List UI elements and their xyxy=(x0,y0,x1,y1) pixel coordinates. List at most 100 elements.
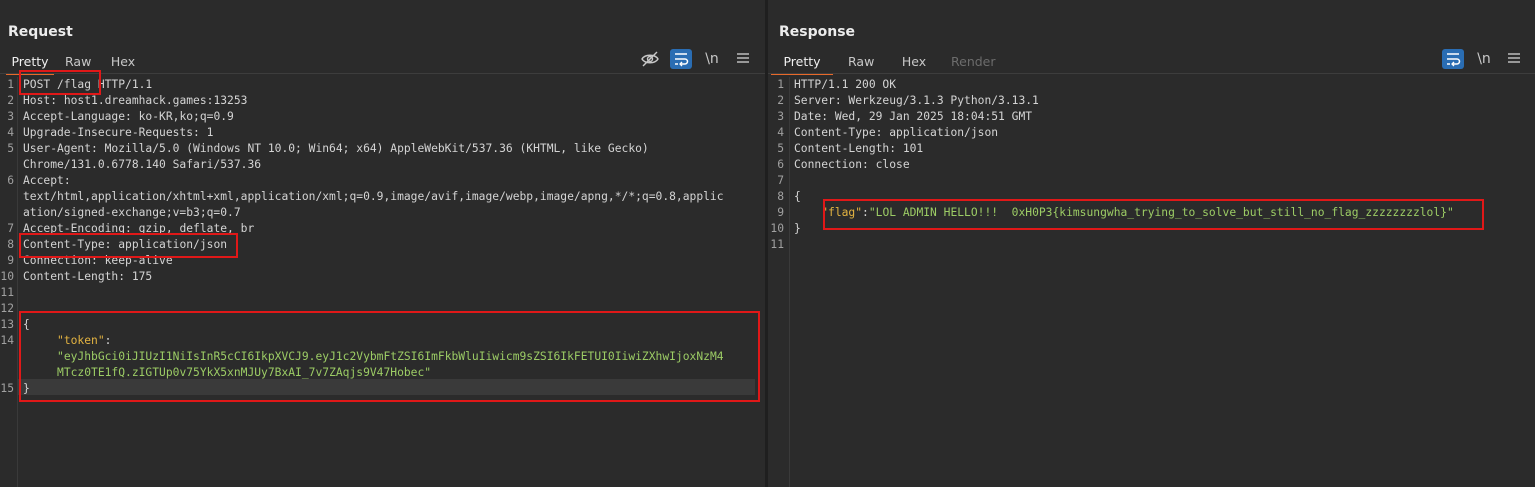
header-value: : 1 xyxy=(193,126,214,139)
header-name: User-Agent xyxy=(23,142,92,155)
response-tab-raw[interactable]: Raw xyxy=(848,52,874,73)
highlight-box-content-type xyxy=(19,233,238,258)
menu-icon[interactable] xyxy=(732,49,754,69)
code-line: Accept: xyxy=(23,173,71,189)
header-value: { xyxy=(794,190,801,203)
line-number: 6 xyxy=(7,174,14,187)
header-value: : xyxy=(63,174,71,187)
header-value: : Mozilla/5.0 (Windows NT 10.0; Win64; x… xyxy=(91,142,649,155)
line-number: 8 xyxy=(777,190,784,203)
wrap-lines-icon xyxy=(1447,53,1461,67)
header-value: ation/signed-exchange;v=b3;q=0.7 xyxy=(23,206,241,219)
line-number: 6 xyxy=(777,158,784,171)
word-wrap-toggle[interactable] xyxy=(1442,49,1464,69)
code-line: Chrome/131.0.6778.140 Safari/537.36 xyxy=(23,157,261,173)
request-panel: Request Pretty Raw Hex \n 1 POST /flag HT… xyxy=(0,0,765,487)
header-value: : host1.dreamhack.games:13253 xyxy=(50,94,248,107)
line-number: 3 xyxy=(7,110,14,123)
request-title: Request xyxy=(8,24,73,40)
line-number: 4 xyxy=(777,126,784,139)
response-tab-render[interactable]: Render xyxy=(951,52,996,73)
code-line: { xyxy=(794,189,801,205)
header-name: Content-Length xyxy=(794,142,890,155)
header-value: : close xyxy=(862,158,910,171)
response-tab-hex[interactable]: Hex xyxy=(901,52,927,73)
line-number: 3 xyxy=(777,110,784,123)
code-line: Content-Length: 101 xyxy=(794,141,923,157)
tab-divider xyxy=(768,73,1535,74)
header-name: Content-Length xyxy=(23,270,119,283)
menu-icon[interactable] xyxy=(1503,49,1525,69)
line-number-gutter xyxy=(17,77,18,487)
response-panel: Response Pretty Raw Hex Render \n 1 HTTP/… xyxy=(768,0,1535,487)
header-value: } xyxy=(794,222,801,235)
code-line: Content-Length: 175 xyxy=(23,269,152,285)
header-value: : Wed, 29 Jan 2025 18:04:51 GMT xyxy=(821,110,1033,123)
header-value: HTTP/1.1 200 OK xyxy=(794,78,897,91)
line-number: 7 xyxy=(7,222,14,235)
line-number: 2 xyxy=(777,94,784,107)
line-number: 1 xyxy=(7,78,14,91)
line-number: 13 xyxy=(0,318,14,331)
header-name: Accept xyxy=(23,174,64,187)
code-line: } xyxy=(794,221,801,237)
code-line: HTTP/1.1 200 OK xyxy=(794,77,896,93)
line-number: 11 xyxy=(0,286,14,299)
tab-divider xyxy=(0,73,765,74)
line-number: 10 xyxy=(0,270,14,283)
code-line: Host: host1.dreamhack.games:13253 xyxy=(23,93,247,109)
line-number: 11 xyxy=(770,238,784,251)
show-newlines-button[interactable]: \n xyxy=(1473,49,1495,69)
code-line: Accept-Language: ko-KR,ko;q=0.9 xyxy=(23,109,234,125)
header-value xyxy=(794,206,821,219)
highlight-box-flag xyxy=(823,199,1484,230)
code-line: Connection: close xyxy=(794,157,910,173)
line-number: 12 xyxy=(0,302,14,315)
header-value: : ko-KR,ko;q=0.9 xyxy=(125,110,234,123)
line-number: 2 xyxy=(7,94,14,107)
header-name: Host xyxy=(23,94,51,107)
code-line: Upgrade-Insecure-Requests: 1 xyxy=(23,125,213,141)
line-number: 15 xyxy=(0,382,14,395)
line-number: 9 xyxy=(7,254,14,267)
header-name: Connection xyxy=(794,158,863,171)
eye-slash-icon xyxy=(641,51,659,67)
code-line: Content-Type: application/json xyxy=(794,125,998,141)
header-name: Upgrade-Insecure-Requests xyxy=(23,126,194,139)
line-number: 14 xyxy=(0,334,14,347)
header-value: : Werkzeug/3.1.3 Python/3.13.1 xyxy=(834,94,1039,107)
code-line: ation/signed-exchange;v=b3;q=0.7 xyxy=(23,205,241,221)
header-value: : 175 xyxy=(118,270,153,283)
line-number-gutter xyxy=(789,77,790,487)
line-number: 5 xyxy=(7,142,14,155)
line-number: 5 xyxy=(777,142,784,155)
code-line: User-Agent: Mozilla/5.0 (Windows NT 10.0… xyxy=(23,141,649,157)
response-tabs: Pretty Raw Hex Render xyxy=(771,52,996,75)
header-name: Content-Type xyxy=(794,126,876,139)
code-line: Server: Werkzeug/3.1.3 Python/3.13.1 xyxy=(794,93,1039,109)
code-line: text/html,application/xhtml+xml,applicat… xyxy=(23,189,724,205)
line-number: 8 xyxy=(7,238,14,251)
header-value: Chrome/131.0.6778.140 Safari/537.36 xyxy=(23,158,262,171)
request-tab-hex[interactable]: Hex xyxy=(110,52,136,73)
code-line: Date: Wed, 29 Jan 2025 18:04:51 GMT xyxy=(794,109,1032,125)
highlight-box-body xyxy=(19,311,760,402)
header-name: Date xyxy=(794,110,822,123)
header-value: text/html,application/xhtml+xml,applicat… xyxy=(23,190,724,203)
header-value: : application/json xyxy=(875,126,999,139)
wrap-lines-icon xyxy=(675,53,689,67)
hide-nonprintable-button[interactable] xyxy=(639,49,661,69)
response-title: Response xyxy=(779,24,856,40)
header-name: Accept-Language xyxy=(23,110,126,123)
line-number: 9 xyxy=(777,206,784,219)
response-tab-pretty[interactable]: Pretty xyxy=(771,52,833,75)
header-value: : 101 xyxy=(889,142,924,155)
line-number: 7 xyxy=(777,174,784,187)
word-wrap-toggle[interactable] xyxy=(670,49,692,69)
line-number: 1 xyxy=(777,78,784,91)
line-number: 10 xyxy=(770,222,784,235)
show-newlines-button[interactable]: \n xyxy=(701,49,723,69)
header-name: Server xyxy=(794,94,835,107)
line-number: 4 xyxy=(7,126,14,139)
highlight-box-method xyxy=(19,70,101,95)
